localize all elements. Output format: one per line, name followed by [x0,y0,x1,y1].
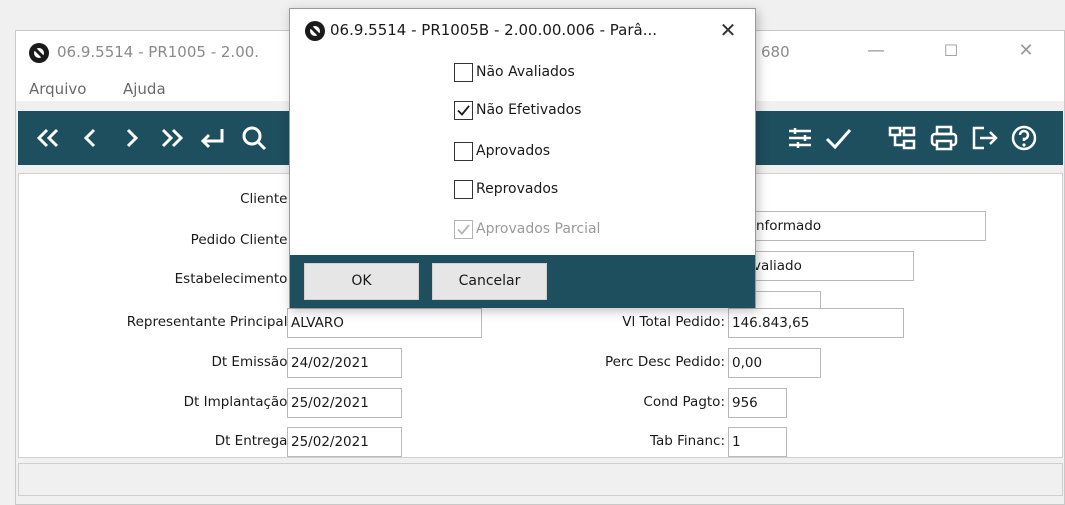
checkbox-checked-disabled-icon [454,219,473,239]
cancel-button[interactable]: Cancelar [432,263,547,300]
filter-dialog: 06.9.5514 - PR1005B - 2.00.00.006 - Parâ… [289,8,756,308]
representante-label: Representante Principal: [126,314,292,330]
dt-entrega-label: Dt Entrega: [214,433,292,449]
cond-pagto-field[interactable]: 956 [728,388,787,418]
menu-arquivo[interactable]: Arquivo [29,80,86,98]
dialog-title-bar: 06.9.5514 - PR1005B - 2.00.00.006 - Parâ… [290,9,755,53]
cliente-label: Cliente: [240,191,292,207]
checkbox-checked-icon[interactable] [454,100,473,120]
close-button[interactable]: ✕ [1006,37,1046,67]
vl-total-field[interactable]: 146.843,65 [728,308,904,338]
status-bar [18,463,1063,496]
situacao-preco-field[interactable]: ço Informado [728,211,986,241]
maximize-button[interactable]: ☐ [931,37,971,67]
checkbox-label: Reprovados [476,181,559,197]
next-icon[interactable] [114,120,150,156]
estabelecimento-label: Estabelecimento: [174,271,292,287]
checkbox-label: Aprovados Parcial [476,221,601,237]
last-icon[interactable] [154,120,190,156]
menu-ajuda[interactable]: Ajuda [123,80,166,98]
dt-emissao-label: Dt Emissão: [211,354,292,370]
perc-desc-field[interactable]: 0,00 [728,348,821,378]
checkbox-reprovados[interactable]: Reprovados [454,177,558,201]
checkbox-unchecked-icon[interactable] [454,62,473,82]
main-window-title: 06.9.5514 - PR1005 - 2.00. [57,43,260,61]
filter-settings-icon[interactable] [782,120,818,156]
representante-field[interactable]: ALVARO [287,308,482,338]
perc-desc-label: Perc Desc Pedido: [604,354,725,370]
dialog-footer: OK Cancelar [290,255,755,308]
search-icon[interactable] [236,120,272,156]
check-icon[interactable] [820,120,856,156]
checkbox-label: Aprovados [476,143,551,159]
main-window-title-tail: 680 [761,43,790,61]
checkbox-nao-efetivados[interactable]: Não Efetivados [454,98,581,122]
checkbox-label: Não Efetivados [476,102,582,118]
checkbox-aprovados-parcial: Aprovados Parcial [454,217,600,241]
checkbox-label: Não Avaliados [476,64,575,80]
dt-emissao-field[interactable]: 24/02/2021 [287,348,402,378]
checkbox-aprovados[interactable]: Aprovados [454,139,550,163]
hierarchy-icon[interactable] [884,120,920,156]
help-icon[interactable] [1006,120,1042,156]
pedido-cliente-label: Pedido Cliente: [190,232,292,248]
tab-financ-label: Tab Financ: [649,433,725,449]
vl-total-label: Vl Total Pedido: [622,314,725,330]
dt-implantacao-label: Dt Implantação: [183,394,292,410]
dt-implantacao-field[interactable]: 25/02/2021 [287,388,402,418]
return-icon[interactable] [194,120,230,156]
dialog-close-button[interactable]: ✕ [709,15,747,47]
checkbox-unchecked-icon[interactable] [454,141,473,161]
tab-financ-field[interactable]: 1 [728,427,787,457]
checkbox-unchecked-icon[interactable] [454,179,473,199]
dt-entrega-field[interactable]: 25/02/2021 [287,427,402,457]
cond-pagto-label: Cond Pagto: [643,394,725,410]
print-icon[interactable] [926,120,962,156]
dialog-title: 06.9.5514 - PR1005B - 2.00.00.006 - Parâ… [330,21,657,39]
checkbox-nao-avaliados[interactable]: Não Avaliados [454,60,575,84]
minimize-button[interactable]: — [856,37,896,67]
exit-icon[interactable] [966,120,1002,156]
previous-icon[interactable] [72,120,108,156]
dialog-app-logo-icon [304,20,326,46]
first-icon[interactable] [30,120,66,156]
ok-button[interactable]: OK [304,263,419,300]
app-logo-icon [28,42,50,68]
